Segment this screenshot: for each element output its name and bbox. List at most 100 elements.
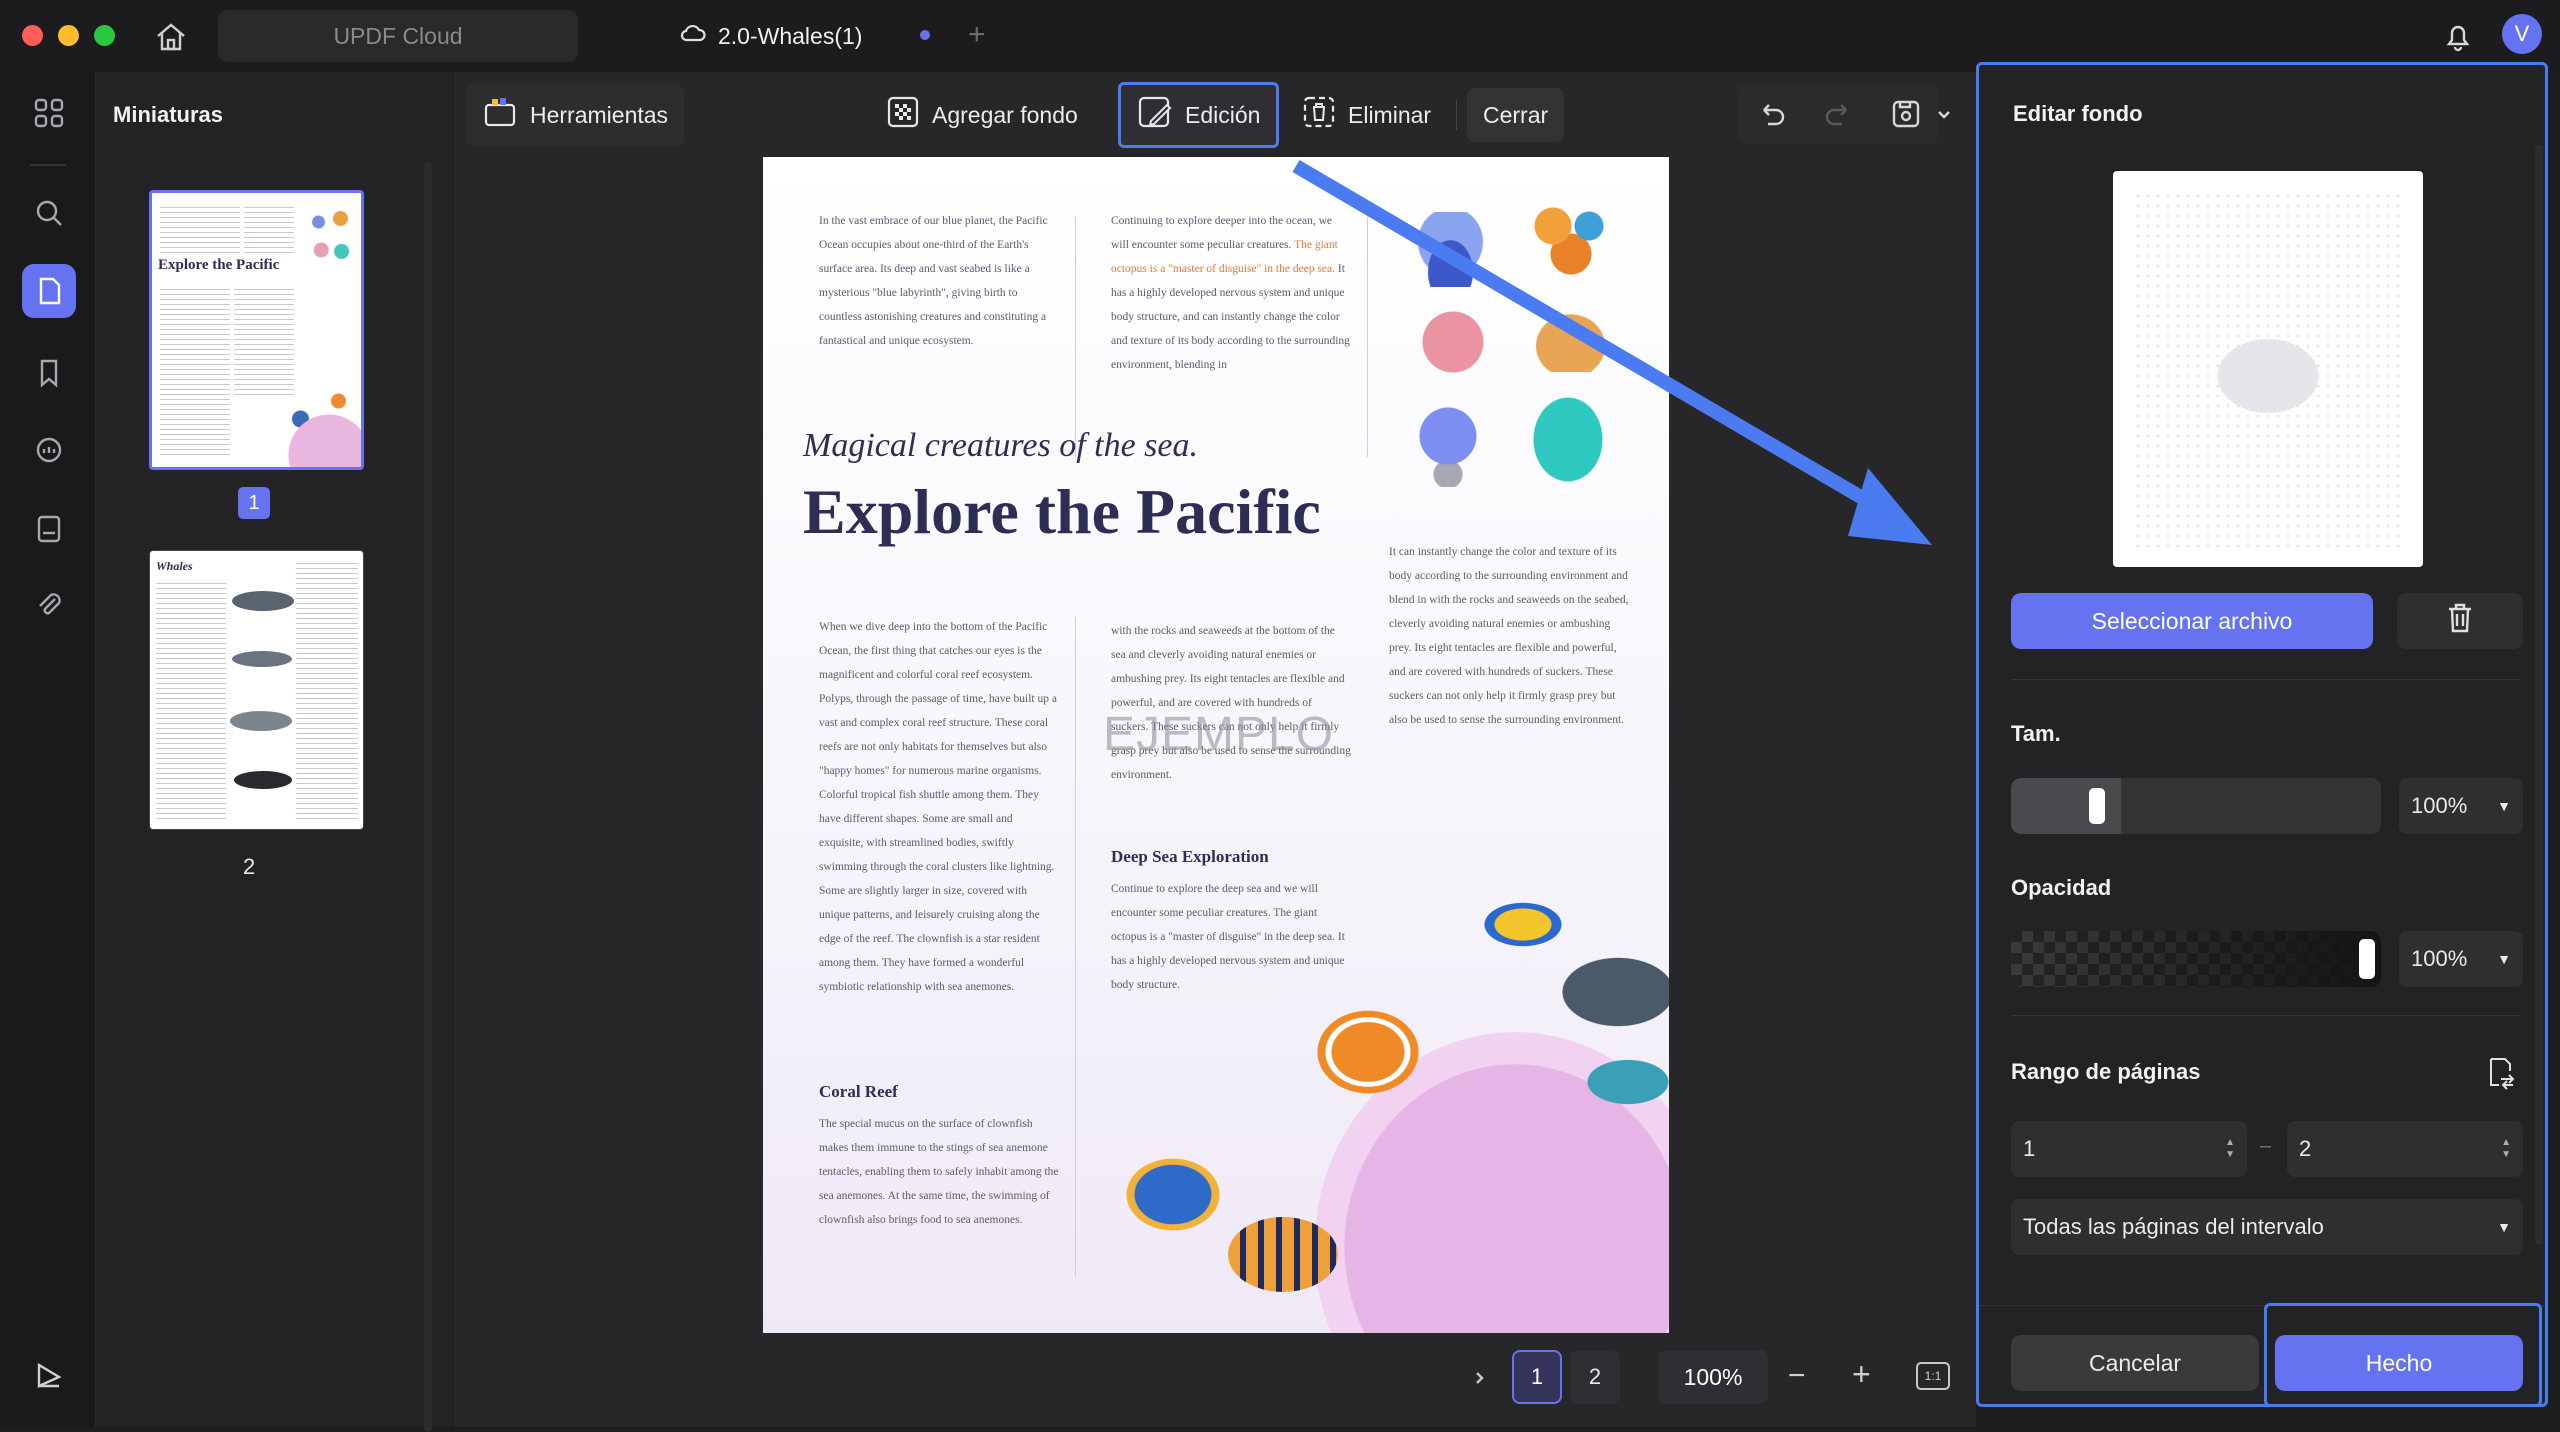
range-to-input[interactable]: 2 ▲ ▼ xyxy=(2287,1121,2523,1177)
add-background-button[interactable]: Agregar fondo xyxy=(870,84,1094,146)
opacity-slider-thumb[interactable] xyxy=(2359,939,2375,979)
tools-button[interactable]: Herramientas xyxy=(466,84,685,146)
delete-label: Eliminar xyxy=(1348,101,1432,128)
thumbnail-page-2[interactable]: Whales xyxy=(149,550,364,830)
thumbnail-page-2-number: 2 xyxy=(243,854,256,879)
range-from-value: 1 xyxy=(2023,1136,2036,1161)
opacity-value: 100% xyxy=(2411,946,2468,971)
redo-icon[interactable] xyxy=(1820,96,1856,137)
toolbox-icon xyxy=(482,95,518,135)
opacity-dropdown-caret-icon: ▼ xyxy=(2497,951,2511,967)
thumb2-whale-4 xyxy=(234,771,292,789)
bell-icon[interactable] xyxy=(2440,18,2476,54)
pages-icon[interactable] xyxy=(22,264,76,318)
preview-faded-art xyxy=(2193,321,2343,431)
octopus-paragraph: Continuing to explore deeper into the oc… xyxy=(1111,209,1351,377)
size-slider[interactable] xyxy=(2011,778,2381,834)
opacity-dropdown[interactable]: 100% ▼ xyxy=(2399,931,2523,987)
thumb2-title: Whales xyxy=(156,559,193,573)
thumb2-col3 xyxy=(296,559,358,819)
thumb2-whale-3 xyxy=(230,711,292,731)
save-options-chevron-icon[interactable] xyxy=(1936,108,1952,120)
thumb2-whale-2 xyxy=(232,651,292,667)
zoom-out-icon[interactable]: − xyxy=(1788,1359,1806,1393)
close-label: Cerrar xyxy=(1483,101,1549,128)
new-tab-plus-icon[interactable]: + xyxy=(968,18,986,52)
comment-icon[interactable] xyxy=(28,430,70,472)
zoom-in-icon[interactable]: + xyxy=(1852,1356,1871,1393)
thumb1-col2 xyxy=(234,285,294,395)
delete-background-button[interactable]: Eliminar xyxy=(1286,84,1447,146)
background-pattern-icon xyxy=(886,95,920,135)
left-tool-rail xyxy=(0,72,96,1427)
reef-paragraph: When we dive deep into the bottom of the… xyxy=(819,621,1057,993)
range-mode-value: Todas las páginas del intervalo xyxy=(2023,1214,2324,1239)
thumbnail-page-1[interactable]: Explore the Pacific xyxy=(149,190,364,470)
column-rule-1 xyxy=(1075,217,1076,457)
size-slider-thumb[interactable] xyxy=(2089,788,2105,824)
range-from-input[interactable]: 1 ▲ ▼ xyxy=(2011,1121,2247,1177)
clownfish-image xyxy=(1313,1007,1423,1097)
cancel-button[interactable]: Cancelar xyxy=(2011,1335,2259,1391)
thumbnail-page-1-number: 1 xyxy=(238,487,270,519)
pufferfish-image xyxy=(1553,952,1669,1032)
thumb2-col1 xyxy=(156,579,226,819)
select-file-button[interactable]: Seleccionar archivo xyxy=(2011,593,2373,649)
purple-coral-image xyxy=(1413,402,1483,487)
panel-divider-2 xyxy=(2011,1015,2521,1016)
document-tab[interactable]: 2.0-Whales(1) xyxy=(680,18,862,54)
attachment-icon[interactable] xyxy=(28,584,70,626)
range-separator: – xyxy=(2260,1135,2272,1157)
orange-coral-image xyxy=(1526,202,1616,282)
opacity-slider[interactable] xyxy=(2011,931,2381,987)
bookmark-icon[interactable] xyxy=(28,352,70,394)
grid-icon[interactable] xyxy=(28,92,70,134)
search-icon[interactable] xyxy=(28,192,70,234)
range-to-stepper-icon[interactable]: ▲ ▼ xyxy=(2501,1137,2511,1161)
page-1-button[interactable]: 1 xyxy=(1512,1350,1562,1404)
size-label: Tam. xyxy=(2011,721,2061,746)
size-dropdown[interactable]: 100% ▼ xyxy=(2399,778,2523,834)
close-background-mode-button[interactable]: Cerrar xyxy=(1467,88,1565,142)
watermark-text: EJEMPLO xyxy=(1103,708,1335,761)
range-mode-dropdown[interactable]: Todas las páginas del intervalo ▼ xyxy=(2011,1199,2523,1255)
cloud-tab-label: UPDF Cloud xyxy=(333,22,463,49)
minimize-window-button[interactable] xyxy=(58,25,79,46)
undo-icon[interactable] xyxy=(1754,96,1790,137)
trash-icon xyxy=(2443,600,2477,642)
actual-size-icon[interactable]: 1:1 xyxy=(1916,1362,1950,1390)
actual-size-label: 1:1 xyxy=(1924,1369,1942,1383)
thumbnails-panel: Miniaturas Explore the Pacific 1 Whales … xyxy=(96,72,456,1432)
zoom-window-button[interactable] xyxy=(94,25,115,46)
edit-background-button[interactable]: Edición xyxy=(1118,82,1280,148)
tang-fish-image xyxy=(1118,1152,1228,1237)
camouflage-paragraph: It can instantly change the color and te… xyxy=(1389,546,1629,726)
home-icon[interactable] xyxy=(152,18,190,56)
expand-navigator-chevron-icon[interactable] xyxy=(1466,1359,1494,1397)
done-button[interactable]: Hecho xyxy=(2275,1335,2523,1391)
brain-coral-image xyxy=(1528,307,1613,372)
cloud-icon xyxy=(680,22,706,50)
form-icon[interactable] xyxy=(28,508,70,550)
close-window-button[interactable] xyxy=(22,25,43,46)
thumb1-title: Explore the Pacific xyxy=(158,257,280,273)
thumbnails-scrollbar[interactable] xyxy=(424,162,432,1432)
zoom-level[interactable]: 100% xyxy=(1658,1350,1768,1404)
thumb2-whale-1 xyxy=(232,591,294,611)
page-range-swap-icon[interactable] xyxy=(2483,1055,2517,1091)
panel-scrollbar[interactable] xyxy=(2535,145,2543,1245)
opacity-label: Opacidad xyxy=(2011,875,2112,900)
save-icon[interactable] xyxy=(1888,96,1924,137)
teal-coral-image xyxy=(1533,397,1603,482)
updf-cloud-tab[interactable]: UPDF Cloud xyxy=(218,10,578,62)
delete-file-button[interactable] xyxy=(2397,593,2523,649)
thumb1-text-block xyxy=(160,203,240,253)
striped-fish-image xyxy=(1228,1217,1338,1292)
avatar[interactable]: V xyxy=(2502,14,2542,54)
thumb1-coral-art xyxy=(302,201,357,271)
layers-icon[interactable] xyxy=(28,1354,70,1396)
thumb1-col1 xyxy=(160,285,230,455)
range-from-stepper-icon[interactable]: ▲ ▼ xyxy=(2225,1137,2235,1161)
blue-anemone-image xyxy=(1408,212,1493,287)
page-2-button[interactable]: 2 xyxy=(1570,1350,1620,1404)
